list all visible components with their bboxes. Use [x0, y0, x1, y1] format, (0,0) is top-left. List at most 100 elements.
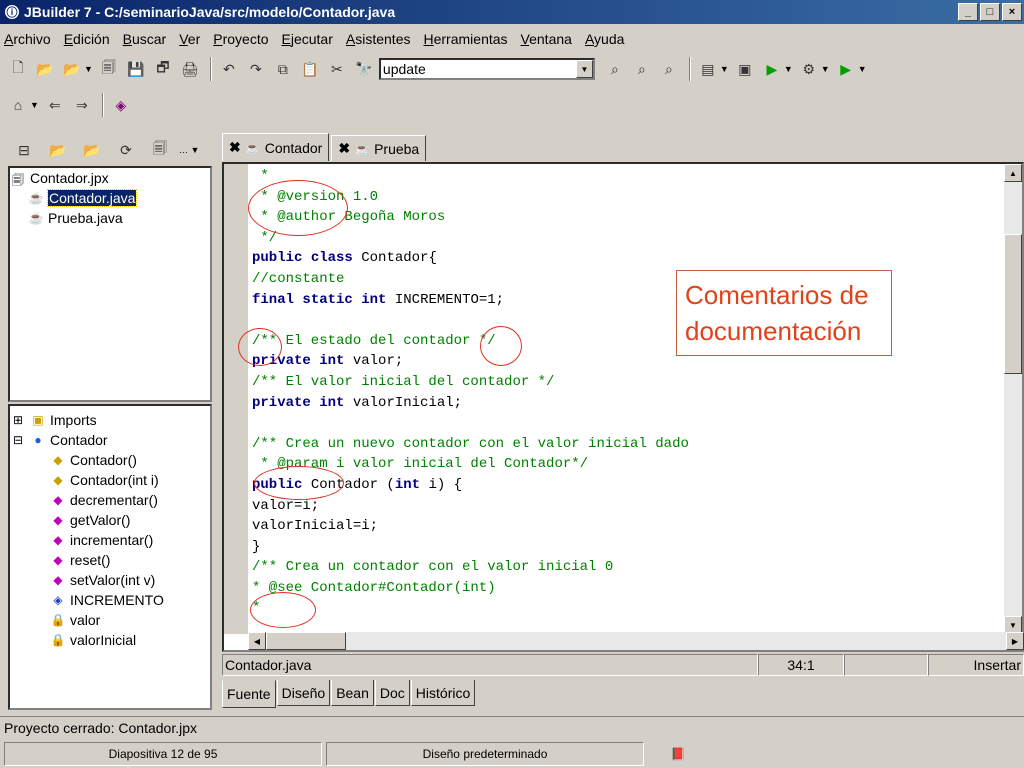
make-dropdown-icon[interactable]: ▼ [720, 64, 729, 74]
code-line[interactable]: //constante [252, 269, 689, 290]
code-line[interactable]: public class Contador{ [252, 248, 689, 269]
code-line[interactable] [252, 413, 689, 434]
replace-icon[interactable]: ⌕ [657, 57, 681, 81]
reopen-dropdown-icon[interactable]: ▼ [84, 64, 93, 74]
project-dropdown-icon[interactable]: … ▼ [179, 145, 199, 155]
menu-herramientas[interactable]: Herramientas [423, 31, 507, 47]
back-arrow-icon[interactable]: ⇐ [43, 93, 67, 117]
code-line[interactable]: private int valorInicial; [252, 393, 689, 414]
new-file-icon[interactable]: 🗋 [6, 57, 30, 81]
code-editor[interactable]: * * @version 1.0 * @author Begoña Moros … [222, 162, 1024, 652]
print-icon[interactable]: 🖨 [178, 57, 202, 81]
project-selector-icon[interactable]: 🗐 [148, 138, 172, 162]
member-node[interactable]: ◆ Contador() [10, 450, 210, 470]
horizontal-scroll-thumb[interactable] [266, 632, 346, 650]
find-icon[interactable]: 🔭 [352, 57, 376, 81]
file-node-contador[interactable]: ☕ Contador.java [10, 188, 210, 208]
class-node[interactable]: ⊟ ● Contador [10, 430, 210, 450]
code-line[interactable]: /** El valor inicial del contador */ [252, 372, 689, 393]
optimize-icon[interactable]: ▶ [834, 57, 858, 81]
rebuild-icon[interactable]: ▣ [733, 57, 757, 81]
menu-asistentes[interactable]: Asistentes [346, 31, 411, 47]
member-node[interactable]: ◆ reset() [10, 550, 210, 570]
find-previous-icon[interactable]: ⌕ [630, 57, 654, 81]
close-tab-icon[interactable]: ✖ [338, 140, 350, 157]
minimize-button[interactable]: _ [958, 3, 978, 21]
tab-prueba[interactable]: ✖ ☕ Prueba [331, 135, 427, 161]
expand-plus-icon[interactable]: ⊞ [10, 413, 26, 427]
menu-proyecto[interactable]: Proyecto [213, 31, 268, 47]
save-all-icon[interactable]: 🗗 [151, 57, 175, 81]
tab-contador[interactable]: ✖ ☕ Contador [222, 133, 330, 161]
menu-buscar[interactable]: Buscar [123, 31, 167, 47]
code-line[interactable]: valorInicial=i; [252, 516, 689, 537]
make-project-icon[interactable]: ▤ [696, 57, 720, 81]
cut-icon[interactable]: ✂ [325, 57, 349, 81]
remove-files-icon[interactable]: 📂 [80, 138, 104, 162]
tab-doc[interactable]: Doc [374, 680, 410, 706]
code-line[interactable]: valor=i; [252, 496, 689, 517]
member-node[interactable]: ◆ incrementar() [10, 530, 210, 550]
search-combo[interactable]: update ▼ [378, 58, 595, 80]
close-project-icon[interactable]: ⊟ [12, 138, 36, 162]
add-files-icon[interactable]: 📂 [46, 138, 70, 162]
help-book-icon[interactable]: ◈ [109, 93, 133, 117]
chevron-down-icon[interactable]: ▼ [575, 60, 593, 78]
run-icon[interactable]: ▶ [760, 57, 784, 81]
scroll-up-icon[interactable]: ▲ [1004, 164, 1022, 182]
reopen-icon[interactable]: 📂 [60, 57, 84, 81]
source-code[interactable]: * * @version 1.0 * @author Begoña Moros … [252, 166, 689, 619]
close-button[interactable]: × [1002, 3, 1022, 21]
open-folder-icon[interactable]: 📂 [33, 57, 57, 81]
horizontal-scrollbar[interactable]: ◀ ▶ [248, 632, 1024, 650]
collapse-minus-icon[interactable]: ⊟ [10, 433, 26, 447]
home-dropdown-icon[interactable]: ▼ [30, 100, 39, 110]
menu-ejecutar[interactable]: Ejecutar [282, 31, 333, 47]
menu-ayuda[interactable]: Ayuda [585, 31, 624, 47]
menu-ventana[interactable]: Ventana [521, 31, 572, 47]
code-line[interactable]: /** Crea un contador con el valor inicia… [252, 557, 689, 578]
home-icon[interactable]: ⌂ [6, 93, 30, 117]
scroll-left-icon[interactable]: ◀ [248, 632, 266, 650]
close-file-icon[interactable]: 🗐 [97, 57, 121, 81]
paste-icon[interactable]: 📋 [298, 57, 322, 81]
tab-historico[interactable]: Histórico [410, 680, 476, 706]
member-node[interactable]: 🔒 valor [10, 610, 210, 630]
code-line[interactable]: /** El estado del contador */ [252, 331, 689, 352]
close-tab-icon[interactable]: ✖ [229, 139, 241, 156]
maximize-button[interactable]: □ [980, 3, 1000, 21]
scroll-right-icon[interactable]: ▶ [1006, 632, 1024, 650]
imports-node[interactable]: ⊞ ▣ Imports [10, 410, 210, 430]
forward-arrow-icon[interactable]: ⇒ [70, 93, 94, 117]
find-next-icon[interactable]: ⌕ [603, 57, 627, 81]
code-line[interactable]: /** Crea un nuevo contador con el valor … [252, 434, 689, 455]
vertical-scroll-thumb[interactable] [1004, 234, 1022, 374]
menu-edicion[interactable]: Edición [64, 31, 110, 47]
copy-icon[interactable]: ⧉ [271, 57, 295, 81]
redo-icon[interactable]: ↷ [244, 57, 268, 81]
member-node[interactable]: 🔒 valorInicial [10, 630, 210, 650]
code-line[interactable]: * @see Contador#Contador(int) [252, 578, 689, 599]
project-root-node[interactable]: 🗐 Contador.jpx [10, 168, 210, 188]
optimize-dropdown-icon[interactable]: ▼ [858, 64, 867, 74]
member-node[interactable]: ◆ decrementar() [10, 490, 210, 510]
tab-bean[interactable]: Bean [331, 680, 374, 706]
member-node[interactable]: ◆ Contador(int i) [10, 470, 210, 490]
save-icon[interactable]: 💾 [124, 57, 148, 81]
debug-icon[interactable]: ⚙ [797, 57, 821, 81]
menu-archivo[interactable]: Archivo [4, 31, 51, 47]
code-line[interactable]: * [252, 598, 689, 619]
refresh-icon[interactable]: ⟳ [114, 138, 138, 162]
member-node[interactable]: ◈ INCREMENTO [10, 590, 210, 610]
tab-diseno[interactable]: Diseño [276, 680, 331, 706]
tab-fuente[interactable]: Fuente [222, 680, 276, 708]
code-line[interactable]: } [252, 537, 689, 558]
code-line[interactable]: private int valor; [252, 351, 689, 372]
menu-ver[interactable]: Ver [179, 31, 200, 47]
vertical-scrollbar[interactable]: ▲ ▼ [1004, 164, 1022, 634]
member-node[interactable]: ◆ getValor() [10, 510, 210, 530]
file-node-prueba[interactable]: ☕ Prueba.java [10, 208, 210, 228]
code-line[interactable]: final static int INCREMENTO=1; [252, 290, 689, 311]
undo-icon[interactable]: ↶ [217, 57, 241, 81]
debug-dropdown-icon[interactable]: ▼ [821, 64, 830, 74]
